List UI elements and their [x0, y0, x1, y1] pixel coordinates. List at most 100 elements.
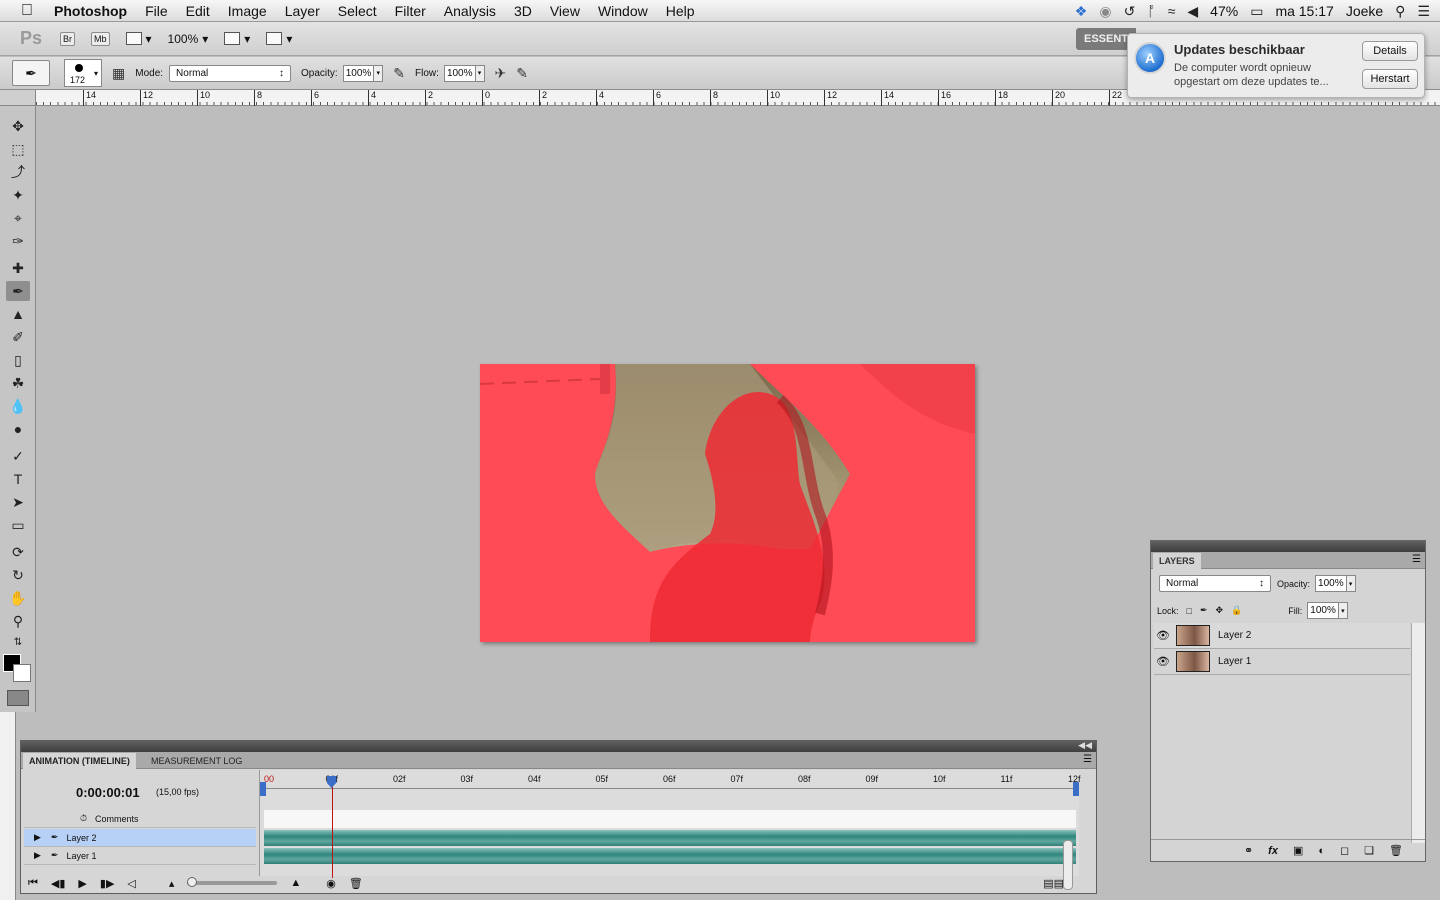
bridge-button[interactable]: Br: [60, 31, 75, 46]
crop-tool-icon[interactable]: ⌖: [6, 208, 30, 228]
screen-mode-dropdown[interactable]: ▾: [266, 32, 292, 46]
convert-to-frames-icon[interactable]: ▤▤: [1043, 877, 1064, 890]
timeline-zoom-slider[interactable]: [187, 877, 278, 887]
update-notification[interactable]: A Updates beschikbaar De computer wordt …: [1127, 33, 1425, 98]
clock[interactable]: ma 15:17: [1275, 3, 1333, 19]
menu-edit[interactable]: Edit: [177, 3, 219, 19]
panel-menu-icon[interactable]: ☰: [1083, 754, 1092, 765]
tab-measurement-log[interactable]: MEASUREMENT LOG: [145, 753, 248, 769]
flow-slider-arrow[interactable]: ▾: [475, 64, 485, 82]
next-frame-icon[interactable]: ▮▶: [100, 877, 115, 890]
layer-1-duration-bar[interactable]: [264, 848, 1076, 864]
tab-layers[interactable]: LAYERS: [1153, 553, 1201, 569]
history-brush-tool-icon[interactable]: ✐: [6, 327, 30, 347]
quick-selection-tool-icon[interactable]: ✦: [6, 185, 30, 205]
collapse-icon[interactable]: ◀◀: [1078, 740, 1092, 751]
clone-stamp-tool-icon[interactable]: ▲: [6, 304, 30, 324]
view-extras-dropdown[interactable]: ▾: [125, 32, 152, 46]
background-color-swatch[interactable]: [13, 664, 31, 682]
rectangle-tool-icon[interactable]: ▭: [6, 515, 30, 535]
flow-input[interactable]: 100%: [443, 64, 476, 82]
zoom-out-icon[interactable]: ▴: [169, 877, 175, 890]
3d-rotate-tool-icon[interactable]: ⟳: [6, 542, 30, 562]
apple-logo-icon[interactable]: : [0, 2, 54, 20]
stopwatch-icon[interactable]: ⏱: [80, 813, 87, 824]
zoom-tool-icon[interactable]: ⚲: [6, 611, 30, 631]
trash-icon[interactable]: 🗑: [1389, 844, 1403, 857]
tool-preset-picker[interactable]: ✒: [12, 60, 50, 86]
paint-bucket-tool-icon[interactable]: ☘: [6, 373, 30, 393]
hand-tool-icon[interactable]: ✋: [6, 588, 30, 608]
airbrush-icon[interactable]: ✈: [495, 65, 507, 82]
timeline-track-layer-1[interactable]: ▶ ✒ Layer 1: [24, 847, 256, 865]
lock-pixels-icon[interactable]: ✒: [1200, 605, 1208, 616]
swap-colors-icon[interactable]: ⇅: [6, 633, 30, 653]
creative-cloud-icon[interactable]: ◉: [1099, 3, 1111, 20]
tab-animation-timeline[interactable]: ANIMATION (TIMELINE): [23, 753, 136, 769]
menu-file[interactable]: File: [136, 3, 177, 19]
user-name[interactable]: Joeke: [1346, 3, 1383, 19]
opacity-slider-arrow[interactable]: ▾: [374, 64, 384, 82]
vertical-ruler[interactable]: [0, 712, 16, 900]
zoom-dropdown[interactable]: 100% ▾: [168, 32, 209, 46]
volume-icon[interactable]: ◀: [1187, 3, 1198, 20]
comments-row[interactable]: ⏱ Comments: [24, 810, 256, 828]
bluetooth-icon[interactable]: ᚩ: [1147, 3, 1155, 19]
expand-triangle-icon[interactable]: ▶: [34, 832, 41, 843]
mini-bridge-button[interactable]: Mb: [91, 31, 110, 46]
lock-transparent-icon[interactable]: □: [1187, 606, 1192, 616]
layer-row-layer-2[interactable]: 👁 Layer 2: [1154, 623, 1410, 649]
eye-icon[interactable]: 👁: [1154, 655, 1172, 668]
notification-center-icon[interactable]: ☰: [1417, 3, 1430, 20]
document-canvas[interactable]: [480, 364, 975, 642]
play-icon[interactable]: ▶: [78, 877, 86, 890]
3d-orbit-tool-icon[interactable]: ↻: [6, 565, 30, 585]
layer-2-duration-bar[interactable]: [264, 830, 1076, 846]
fx-icon[interactable]: fx: [1268, 845, 1278, 857]
menu-photoshop[interactable]: Photoshop: [54, 3, 136, 19]
brush-preset-picker[interactable]: 172 ▾: [64, 59, 102, 87]
layer-opacity-input[interactable]: 100%: [1315, 575, 1347, 592]
layer-opacity-arrow[interactable]: ▾: [1346, 575, 1356, 592]
expand-triangle-icon[interactable]: ▶: [34, 850, 41, 861]
time-machine-icon[interactable]: ↺: [1124, 3, 1136, 20]
audio-icon[interactable]: ◁: [127, 877, 135, 890]
add-mask-icon[interactable]: ▣: [1293, 844, 1303, 857]
fill-input[interactable]: 100%: [1307, 602, 1339, 619]
dodge-tool-icon[interactable]: ●: [6, 419, 30, 439]
wifi-icon[interactable]: ≈: [1168, 3, 1176, 19]
marquee-tool-icon[interactable]: ⬚: [6, 139, 30, 159]
menu-analysis[interactable]: Analysis: [435, 3, 505, 19]
current-time-indicator[interactable]: [326, 776, 337, 788]
eyedropper-tool-icon[interactable]: ✑: [6, 231, 30, 251]
adjustment-layer-icon[interactable]: ◐: [1318, 845, 1325, 857]
panel-menu-icon[interactable]: ☰: [1412, 554, 1421, 565]
timeline-track-layer-2[interactable]: ▶ ✒ Layer 2: [24, 829, 256, 847]
menu-3d[interactable]: 3D: [505, 3, 541, 19]
blur-tool-icon[interactable]: 💧: [6, 396, 30, 416]
menu-image[interactable]: Image: [219, 3, 276, 19]
work-area-end-handle[interactable]: [1073, 782, 1079, 796]
comments-track[interactable]: [264, 810, 1076, 828]
new-layer-icon[interactable]: ❏: [1364, 844, 1374, 857]
healing-brush-tool-icon[interactable]: ✚: [6, 258, 30, 278]
eye-icon[interactable]: 👁: [1154, 629, 1172, 642]
timeline-track-area[interactable]: 0001f02f03f04f05f06f07f08f09f10f11f12f: [259, 770, 1081, 890]
opacity-input[interactable]: 100%: [342, 64, 375, 82]
onion-skin-icon[interactable]: ◉: [326, 877, 336, 890]
path-selection-tool-icon[interactable]: ➤: [6, 492, 30, 512]
new-group-icon[interactable]: ◻: [1340, 844, 1349, 857]
pressure-size-icon[interactable]: ✎: [516, 65, 528, 82]
pressure-opacity-icon[interactable]: ✎: [393, 65, 405, 82]
dropbox-icon[interactable]: ❖: [1075, 3, 1088, 20]
timeline-titlebar[interactable]: ◀◀: [21, 740, 1096, 752]
eraser-tool-icon[interactable]: ▯: [6, 350, 30, 370]
first-frame-icon[interactable]: ⏮: [28, 877, 38, 890]
type-tool-icon[interactable]: T: [6, 469, 30, 489]
layer-row-layer-1[interactable]: 👁 Layer 1: [1154, 649, 1410, 675]
lasso-tool-icon[interactable]: ⤴: [6, 162, 30, 182]
lock-position-icon[interactable]: ✥: [1216, 605, 1224, 616]
delete-keyframe-icon[interactable]: 🗑: [349, 877, 363, 890]
menu-help[interactable]: Help: [657, 3, 704, 19]
previous-frame-icon[interactable]: ◀▮: [51, 877, 66, 890]
